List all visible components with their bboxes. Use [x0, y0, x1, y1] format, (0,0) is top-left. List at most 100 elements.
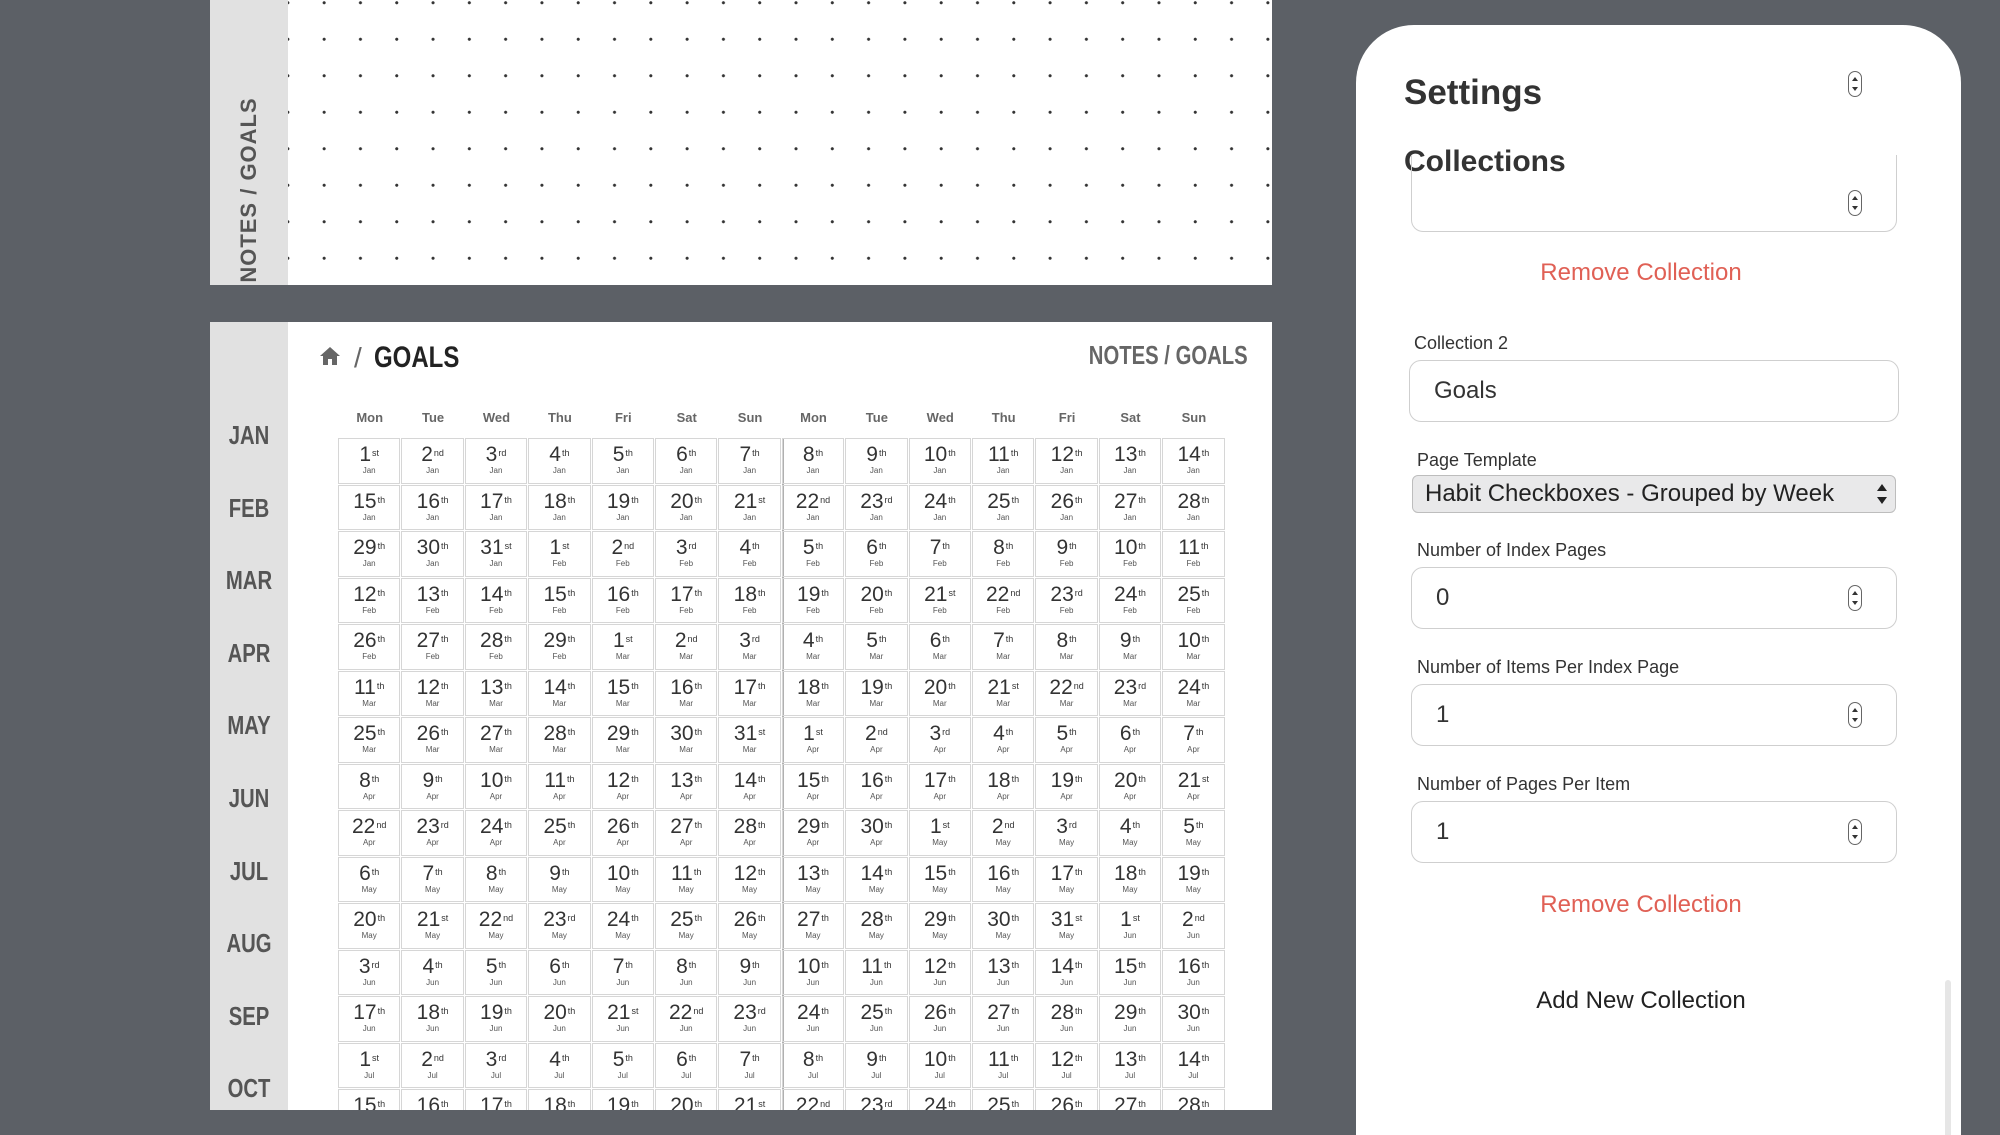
- day-cell[interactable]: 8th Jan: [781, 438, 845, 484]
- day-cell[interactable]: 10th May: [591, 856, 654, 902]
- scrollbar[interactable]: [1945, 980, 1951, 1135]
- day-cell[interactable]: 31st May: [1035, 903, 1098, 949]
- day-cell[interactable]: 12th Jan: [1035, 438, 1098, 484]
- day-cell[interactable]: 17th Jun: [338, 996, 401, 1042]
- day-cell[interactable]: 28th Jun: [1035, 996, 1098, 1042]
- day-cell[interactable]: 11th Jun: [845, 949, 908, 995]
- day-cell[interactable]: 30th Mar: [655, 717, 718, 763]
- day-cell[interactable]: 21st Jun: [591, 996, 654, 1042]
- pages-per-item-input[interactable]: 1: [1411, 801, 1897, 863]
- day-cell[interactable]: 22nd Feb: [972, 577, 1035, 623]
- day-cell[interactable]: 28th Apr: [718, 810, 781, 856]
- day-cell[interactable]: 7th Apr: [1162, 717, 1225, 763]
- day-cell[interactable]: 10th Jun: [781, 949, 845, 995]
- day-cell[interactable]: 21stJul: [718, 1089, 781, 1110]
- items-per-index-input[interactable]: 1: [1411, 684, 1897, 746]
- day-cell[interactable]: 26thJul: [1035, 1089, 1098, 1110]
- day-cell[interactable]: 8th Jul: [781, 1042, 845, 1088]
- day-cell[interactable]: 2nd Apr: [845, 717, 908, 763]
- day-cell[interactable]: 2nd Mar: [655, 624, 718, 670]
- day-cell[interactable]: 7th Jul: [718, 1042, 781, 1088]
- day-cell[interactable]: 23rd Apr: [401, 810, 464, 856]
- day-cell[interactable]: 19th Apr: [1035, 763, 1098, 809]
- day-cell[interactable]: 19th Mar: [845, 670, 908, 716]
- month-tab[interactable]: APR: [219, 638, 280, 669]
- day-cell[interactable]: 26th Apr: [591, 810, 654, 856]
- day-cell[interactable]: 6th Jan: [655, 438, 718, 484]
- day-cell[interactable]: 20th Apr: [1098, 763, 1162, 809]
- day-cell[interactable]: 7th Jun: [591, 949, 654, 995]
- day-cell[interactable]: 12th Jun: [908, 949, 971, 995]
- day-cell[interactable]: 4th Mar: [781, 624, 845, 670]
- day-cell[interactable]: 16th Jun: [1162, 949, 1225, 995]
- day-cell[interactable]: 26th Jan: [1035, 484, 1098, 530]
- day-cell[interactable]: 18thJul: [528, 1089, 591, 1110]
- spinner-icon[interactable]: [1848, 702, 1862, 728]
- day-cell[interactable]: 9th Jul: [845, 1042, 908, 1088]
- day-cell[interactable]: 28th Feb: [464, 624, 528, 670]
- remove-collection-2-button[interactable]: Remove Collection: [1356, 891, 1926, 919]
- day-cell[interactable]: 26th May: [718, 903, 781, 949]
- day-cell[interactable]: 4th Jul: [528, 1042, 591, 1088]
- day-cell[interactable]: 13th Jul: [1098, 1042, 1162, 1088]
- day-cell[interactable]: 1st Mar: [591, 624, 654, 670]
- day-cell[interactable]: 5th May: [1162, 810, 1225, 856]
- day-cell[interactable]: 20th Mar: [908, 670, 971, 716]
- day-cell[interactable]: 17th Feb: [655, 577, 718, 623]
- day-cell[interactable]: 11th Apr: [528, 763, 591, 809]
- day-cell[interactable]: 28th Mar: [528, 717, 591, 763]
- month-tab[interactable]: SEP: [219, 1001, 280, 1032]
- day-cell[interactable]: 1st Jan: [338, 438, 401, 484]
- day-cell[interactable]: 17th Jan: [464, 484, 528, 530]
- day-cell[interactable]: 17th Mar: [718, 670, 781, 716]
- remove-collection-1-button[interactable]: Remove Collection: [1356, 259, 1926, 287]
- day-cell[interactable]: 18th Feb: [718, 577, 781, 623]
- day-cell[interactable]: 14th Mar: [528, 670, 591, 716]
- day-cell[interactable]: 1st Apr: [781, 717, 845, 763]
- add-new-collection-button[interactable]: Add New Collection: [1356, 987, 1926, 1015]
- spinner-icon[interactable]: [1848, 819, 1862, 845]
- day-cell[interactable]: 2nd Jan: [401, 438, 464, 484]
- day-cell[interactable]: 8th Mar: [1035, 624, 1098, 670]
- day-cell[interactable]: 8th Feb: [972, 531, 1035, 577]
- day-cell[interactable]: 13th Apr: [655, 763, 718, 809]
- day-cell[interactable]: 20th Jun: [528, 996, 591, 1042]
- day-cell[interactable]: 8th May: [464, 856, 528, 902]
- day-cell[interactable]: 30th Jun: [1162, 996, 1225, 1042]
- day-cell[interactable]: 5th Apr: [1035, 717, 1098, 763]
- day-cell[interactable]: 9th Apr: [401, 763, 464, 809]
- day-cell[interactable]: 12th Feb: [338, 577, 401, 623]
- day-cell[interactable]: 22nd Jan: [781, 484, 845, 530]
- day-cell[interactable]: 17thJul: [464, 1089, 528, 1110]
- day-cell[interactable]: 13th Jun: [972, 949, 1035, 995]
- day-cell[interactable]: 13th May: [781, 856, 845, 902]
- day-cell[interactable]: 6th Apr: [1098, 717, 1162, 763]
- day-cell[interactable]: 26th Feb: [338, 624, 401, 670]
- day-cell[interactable]: 5th Feb: [781, 531, 845, 577]
- day-cell[interactable]: 2nd Feb: [591, 531, 654, 577]
- day-cell[interactable]: 23rd May: [528, 903, 591, 949]
- day-cell[interactable]: 21st Feb: [908, 577, 971, 623]
- day-cell[interactable]: 15thJul: [338, 1089, 401, 1110]
- day-cell[interactable]: 30th Apr: [845, 810, 908, 856]
- day-cell[interactable]: 11th Jan: [972, 438, 1035, 484]
- day-cell[interactable]: 27th Jun: [972, 996, 1035, 1042]
- day-cell[interactable]: 31st Mar: [718, 717, 781, 763]
- day-cell[interactable]: 27th May: [781, 903, 845, 949]
- day-cell[interactable]: 15th Jan: [338, 484, 401, 530]
- day-cell[interactable]: 12th Apr: [591, 763, 654, 809]
- day-cell[interactable]: 20th Jan: [655, 484, 718, 530]
- day-cell[interactable]: 19thJul: [591, 1089, 654, 1110]
- day-cell[interactable]: 29th Mar: [591, 717, 654, 763]
- day-cell[interactable]: 27th Jan: [1098, 484, 1162, 530]
- day-cell[interactable]: 6th Jun: [528, 949, 591, 995]
- day-cell[interactable]: 22ndJul: [781, 1089, 845, 1110]
- day-cell[interactable]: 18th Jun: [401, 996, 464, 1042]
- day-cell[interactable]: 7th May: [401, 856, 464, 902]
- day-cell[interactable]: 2nd Jun: [1162, 903, 1225, 949]
- day-cell[interactable]: 25th Jun: [845, 996, 908, 1042]
- day-cell[interactable]: 13th Feb: [401, 577, 464, 623]
- day-cell[interactable]: 11th Mar: [338, 670, 401, 716]
- day-cell[interactable]: 6th Feb: [845, 531, 908, 577]
- collection-2-input[interactable]: Goals: [1409, 360, 1899, 422]
